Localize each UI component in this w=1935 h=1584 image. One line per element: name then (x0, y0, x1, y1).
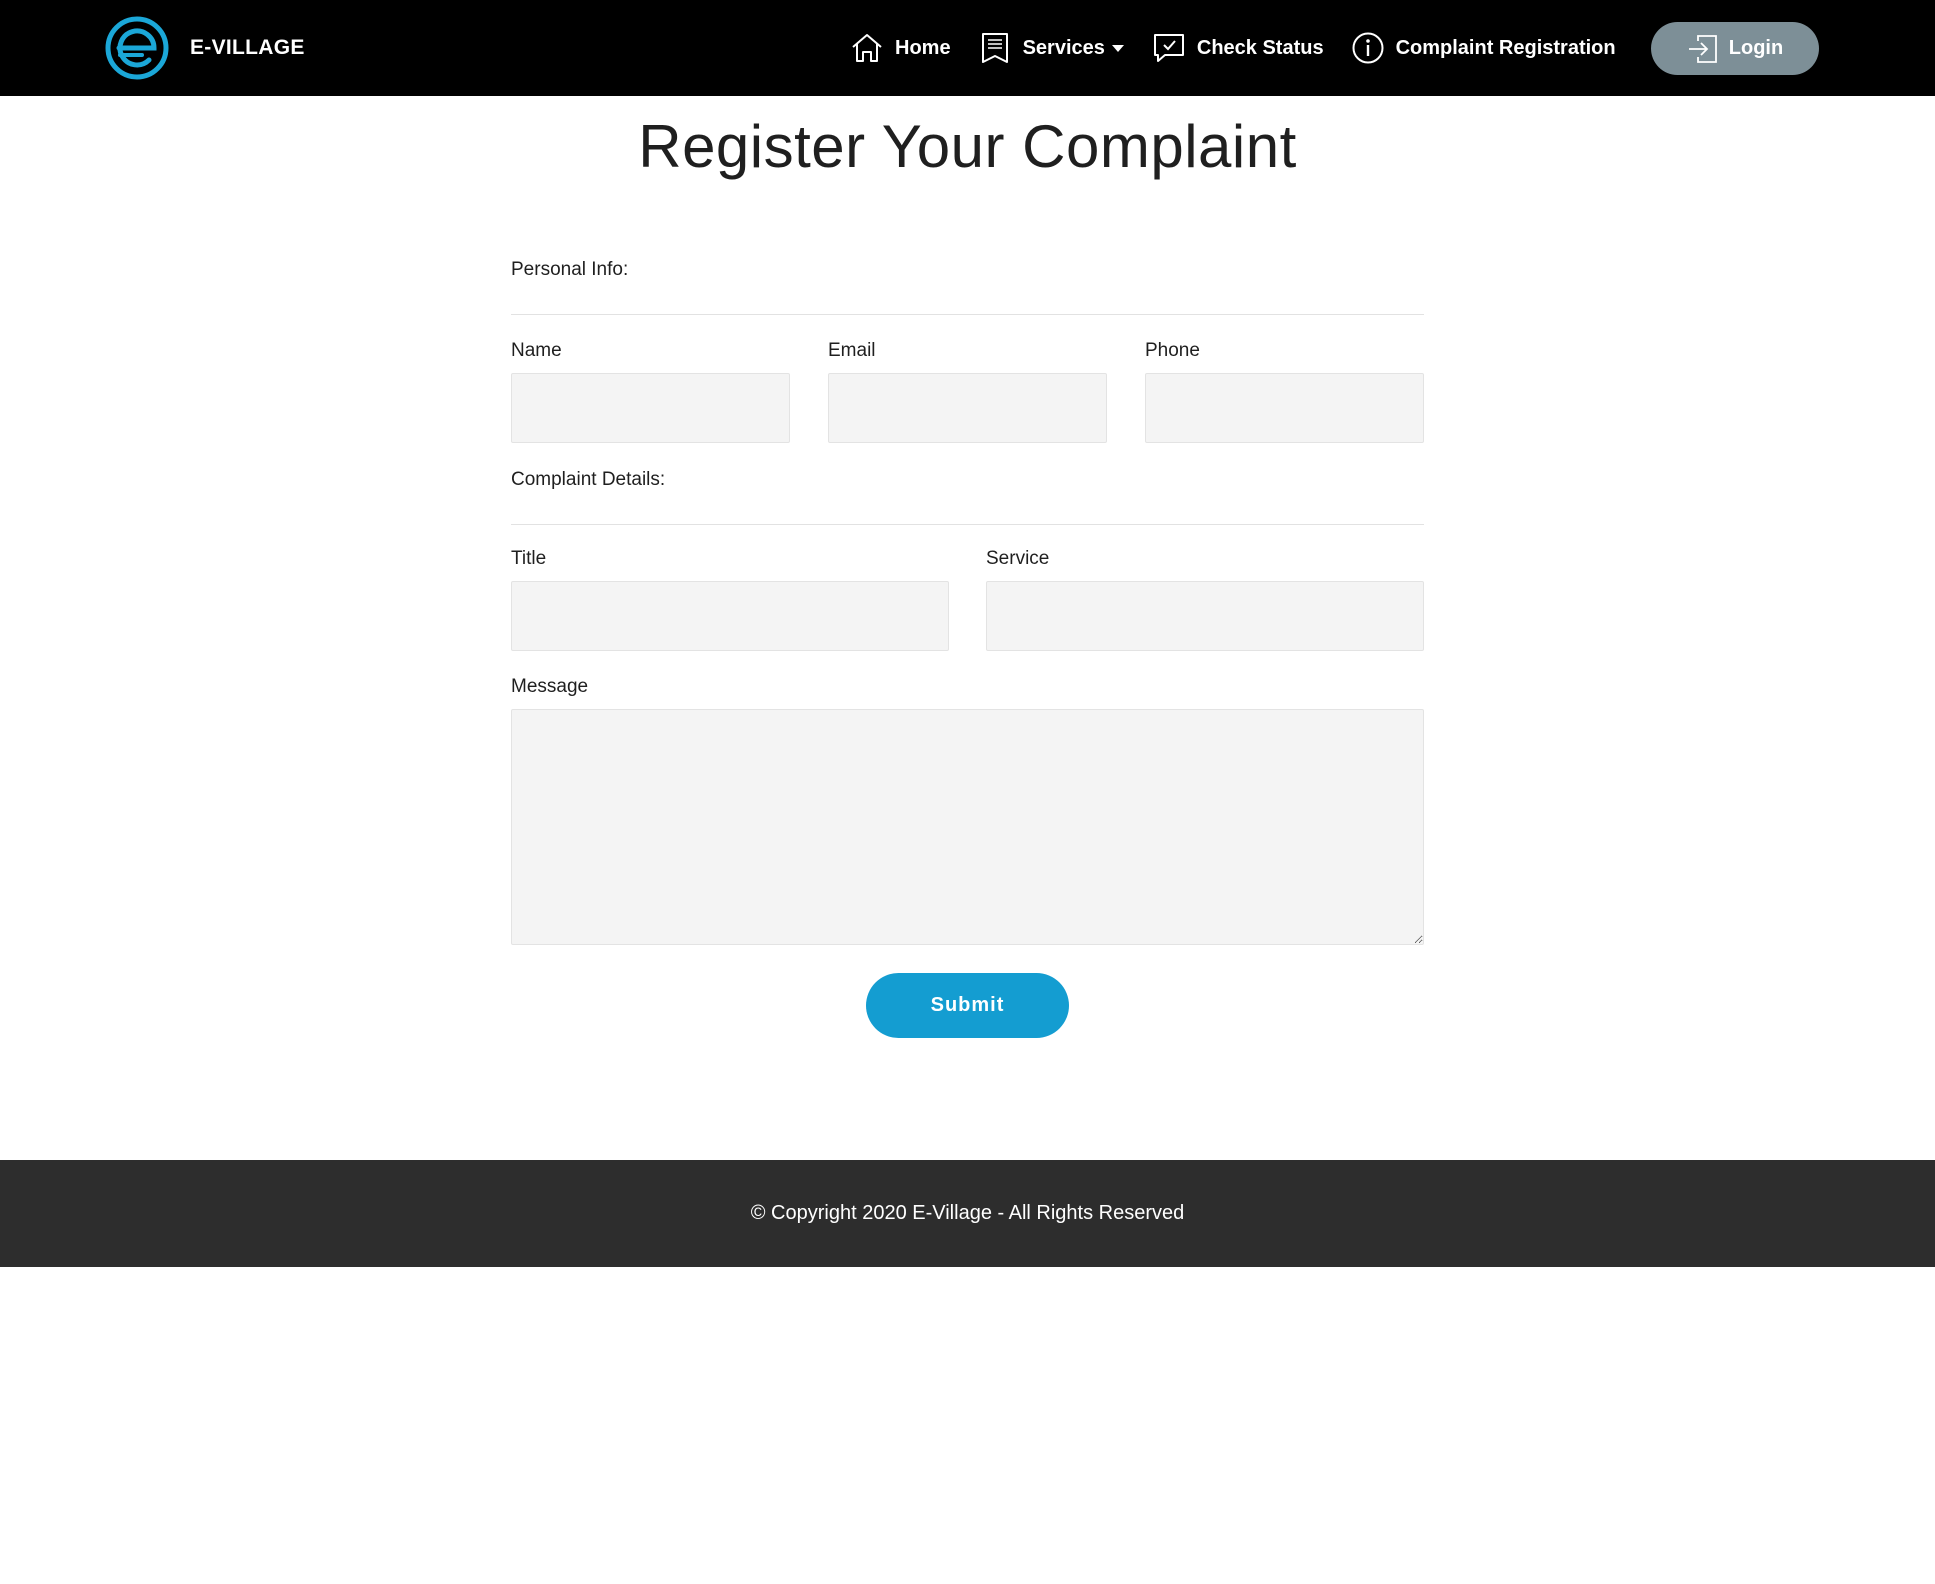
e-village-logo-icon (105, 16, 169, 80)
copyright-text: © Copyright 2020 E-Village - All Rights … (750, 1202, 1185, 1224)
nav-services[interactable]: Services (978, 31, 1125, 65)
service-field-group: Service (986, 545, 1424, 651)
nav-home[interactable]: Home (850, 31, 951, 65)
nav-home-label: Home (895, 36, 951, 59)
caret-down-icon (1111, 45, 1124, 52)
login-button[interactable]: Login (1651, 22, 1819, 75)
title-input[interactable] (511, 581, 949, 651)
phone-field-group: Phone (1145, 337, 1424, 443)
personal-info-heading: Personal Info: (511, 259, 629, 280)
personal-info-row: Name Email Phone (511, 337, 1424, 443)
top-navbar: E-VILLAGE Home Services Check Status Com… (0, 0, 1935, 96)
nav-check-status[interactable]: Check Status (1152, 31, 1324, 65)
sign-in-icon (1688, 34, 1717, 63)
name-input[interactable] (511, 373, 790, 443)
submit-wrapper: Submit (511, 973, 1424, 1038)
bookmark-list-icon (981, 33, 1008, 63)
email-label: Email (828, 340, 876, 361)
email-input[interactable] (828, 373, 1107, 443)
section-divider (511, 524, 1424, 525)
submit-button[interactable]: Submit (866, 973, 1069, 1038)
login-label: Login (1728, 37, 1784, 59)
name-label: Name (511, 340, 562, 361)
message-label: Message (511, 676, 589, 697)
nav-check-status-label: Check Status (1196, 36, 1324, 59)
info-icon (1352, 32, 1384, 64)
footer: © Copyright 2020 E-Village - All Rights … (0, 1160, 1935, 1267)
brand[interactable]: E-VILLAGE (104, 15, 305, 81)
phone-input[interactable] (1145, 373, 1424, 443)
message-field-group: Message (511, 673, 1424, 945)
brand-name: E-VILLAGE (190, 36, 305, 59)
home-icon (852, 34, 882, 62)
email-field-group: Email (828, 337, 1107, 443)
phone-label: Phone (1145, 340, 1200, 361)
complaint-details-row: Title Service (511, 545, 1424, 651)
main-nav: Home Services Check Status Complaint Reg… (850, 22, 1643, 74)
complaint-details-heading: Complaint Details: (511, 469, 666, 490)
service-input[interactable] (986, 581, 1424, 651)
chat-check-icon (1153, 34, 1184, 62)
nav-complaint-registration-label: Complaint Registration (1395, 36, 1616, 59)
title-label: Title (511, 548, 547, 569)
message-textarea[interactable] (511, 709, 1424, 945)
service-label: Service (986, 548, 1050, 569)
nav-complaint-registration[interactable]: Complaint Registration (1351, 31, 1616, 65)
page-title: Register Your Complaint (638, 113, 1297, 180)
section-divider (511, 314, 1424, 315)
complaint-form: Personal Info: Name Email Phone Complain… (511, 255, 1424, 1038)
name-field-group: Name (511, 337, 790, 443)
title-field-group: Title (511, 545, 949, 651)
nav-services-label: Services (1022, 36, 1105, 59)
